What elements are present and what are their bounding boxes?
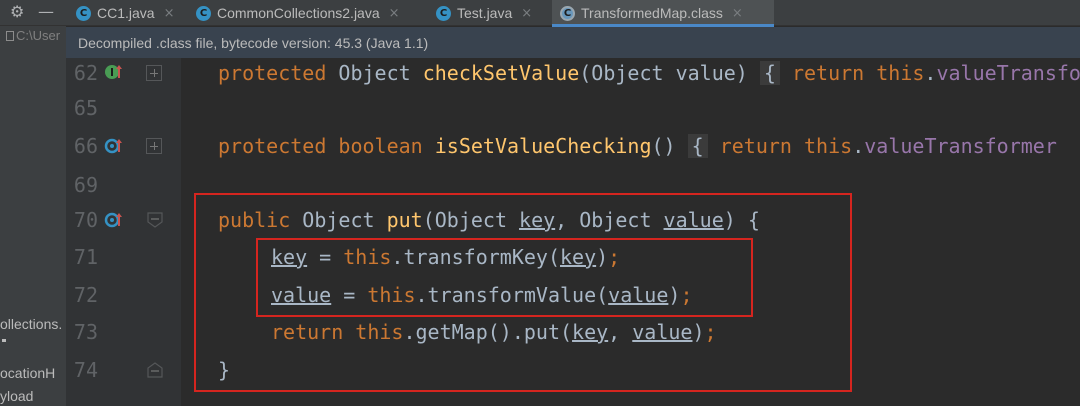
keyword: protected: [218, 134, 327, 158]
java-class-icon: C: [436, 5, 451, 21]
expand-fold-icon[interactable]: [146, 65, 162, 81]
tab-transformedmap-class[interactable]: C TransformedMap.class ×: [552, 0, 774, 27]
java-class-icon: C: [76, 5, 91, 21]
tab-commoncollections2-java[interactable]: C CommonCollections2.java ×: [188, 0, 426, 26]
collapse-fold-end-icon[interactable]: [146, 361, 164, 379]
code-editor[interactable]: 62 65 66 69 70 71 72 73 74 protected Obj…: [66, 58, 1080, 406]
keyword: return: [779, 61, 877, 85]
close-icon[interactable]: ×: [164, 6, 175, 21]
compiled-class-icon: C: [560, 5, 575, 21]
field-name: valueTransformer: [936, 61, 1080, 85]
hide-panel-icon[interactable]: —: [38, 0, 54, 24]
close-icon[interactable]: ×: [732, 6, 743, 21]
tab-label: CommonCollections2.java: [217, 5, 380, 21]
code-token: .: [852, 134, 865, 158]
field-name: valueTransformer: [864, 134, 1057, 158]
editor-tab-bar: ⚙ — C CC1.java × C CommonCollections2.ja…: [0, 0, 1080, 27]
tab-cc1-java[interactable]: C CC1.java ×: [68, 0, 186, 26]
folded-brace[interactable]: {: [687, 134, 708, 158]
folder-icon: [6, 31, 14, 41]
line-number: 62: [73, 61, 98, 85]
overrides-icon[interactable]: [104, 136, 124, 156]
method-name: isSetValueChecking: [434, 134, 652, 158]
keyword: protected: [218, 61, 327, 85]
line-number: 73: [73, 320, 98, 344]
java-class-icon: C: [196, 5, 211, 21]
line-number: 65: [73, 96, 98, 120]
close-icon[interactable]: ×: [521, 6, 532, 21]
line-number: 69: [73, 173, 98, 197]
project-path-label: C:\User: [16, 28, 61, 43]
line-number: 70: [73, 208, 98, 232]
editor-gutter: 62 65 66 69 70 71 72 73 74: [66, 58, 181, 406]
project-panel: C:\User ollections. ocationH yload: [0, 26, 66, 406]
close-icon[interactable]: ×: [389, 6, 400, 21]
collapse-fold-icon[interactable]: [146, 211, 164, 229]
decompiled-notice-banner: Decompiled .class file, bytecode version…: [66, 27, 1080, 58]
code-token: (): [651, 134, 688, 158]
highlight-box-transform-lines: [256, 238, 753, 317]
project-path: C:\User: [6, 28, 66, 43]
folded-brace[interactable]: {: [759, 61, 780, 85]
line-number: 71: [73, 245, 98, 269]
keyword: boolean: [338, 134, 423, 158]
implements-icon[interactable]: [104, 62, 124, 82]
tab-label: CC1.java: [97, 5, 155, 21]
code-line-62[interactable]: protected Object checkSetValue(Object va…: [218, 58, 1080, 88]
project-tree-item[interactable]: yload: [0, 388, 66, 404]
line-number: 74: [73, 358, 98, 382]
code-token: .: [924, 61, 937, 85]
project-tree-item-fragment: [0, 330, 66, 342]
tool-window-controls: ⚙ —: [0, 0, 66, 26]
overrides-icon[interactable]: [104, 210, 124, 230]
code-token: (Object value): [579, 61, 760, 85]
tab-label: Test.java: [457, 5, 513, 21]
code-token: Object: [326, 61, 423, 85]
keyword: this: [804, 134, 853, 158]
expand-fold-icon[interactable]: [146, 138, 162, 154]
project-tree-item[interactable]: ocationH: [0, 365, 66, 381]
tab-label: TransformedMap.class: [581, 5, 723, 21]
line-number: 66: [73, 134, 98, 158]
gear-icon[interactable]: ⚙: [10, 0, 24, 24]
method-name: checkSetValue: [422, 61, 580, 85]
tab-test-java[interactable]: C Test.java ×: [428, 0, 550, 26]
line-number: 72: [73, 283, 98, 307]
code-line-66[interactable]: protected boolean isSetValueChecking() {…: [218, 131, 1080, 161]
keyword: this: [876, 61, 925, 85]
keyword: return: [707, 134, 805, 158]
